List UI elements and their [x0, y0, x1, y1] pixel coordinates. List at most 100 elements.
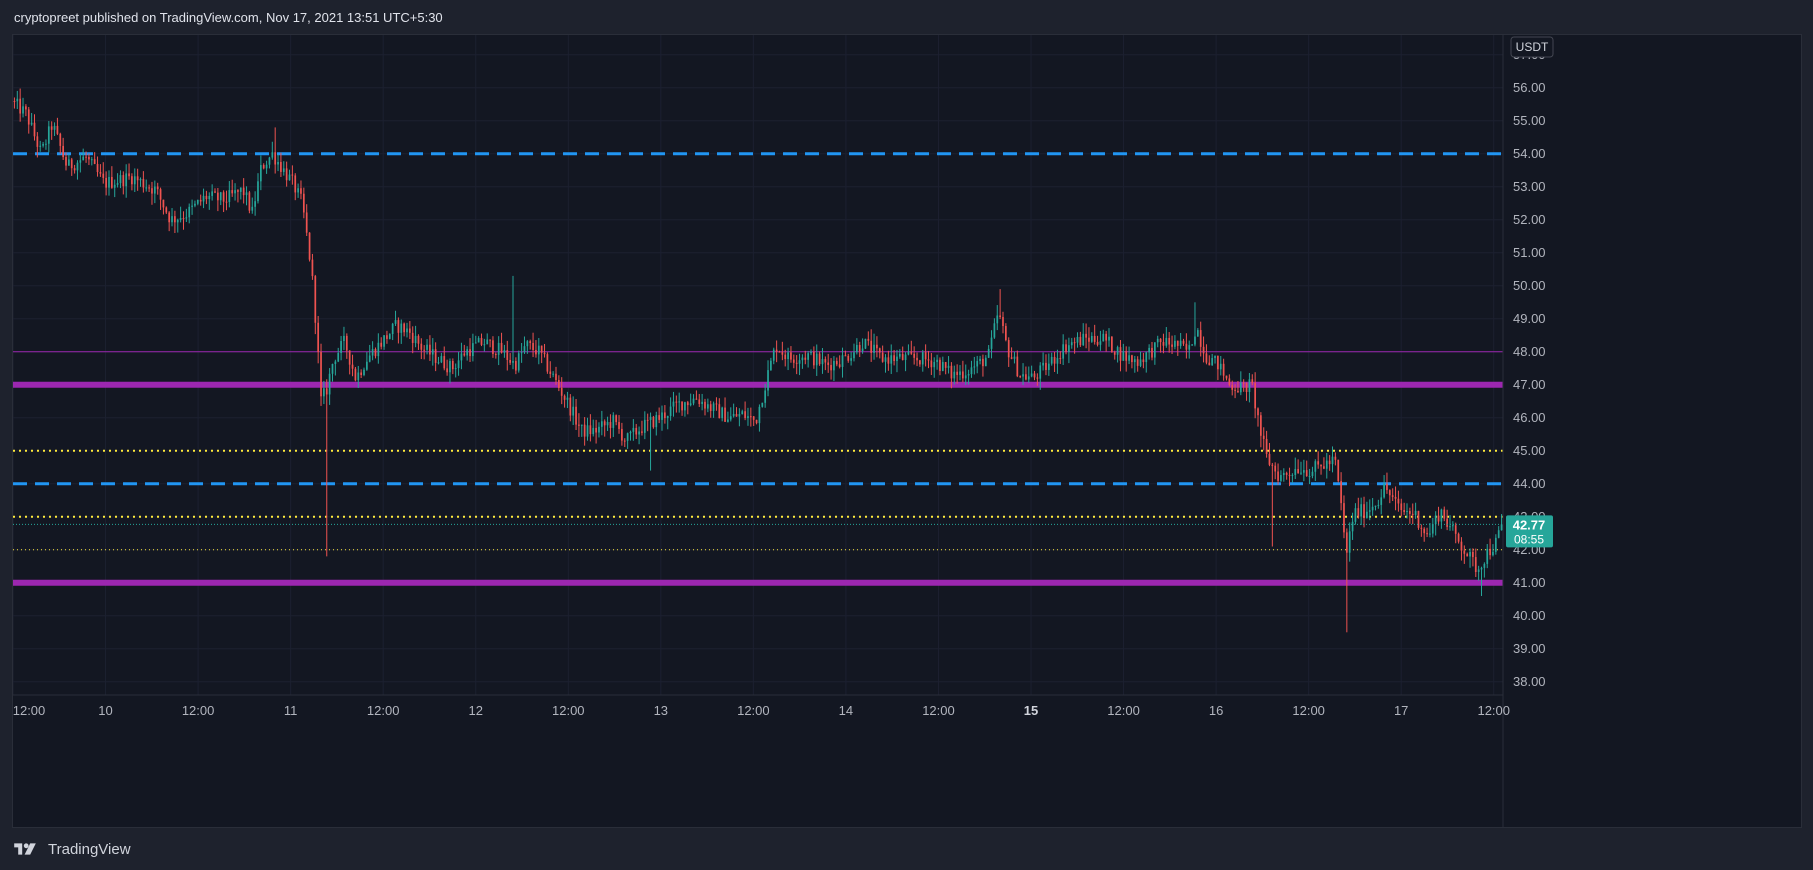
candle-body: [821, 359, 824, 365]
candle-body: [580, 424, 583, 426]
candle-body: [1368, 510, 1371, 512]
price-tick-label: 39.00: [1513, 641, 1546, 656]
candle-body: [1053, 356, 1056, 364]
candle-body: [82, 156, 85, 161]
candle-body: [664, 412, 666, 419]
candle-body: [182, 218, 185, 220]
time-tick-label: 16: [1209, 703, 1223, 718]
candle-body: [792, 359, 795, 363]
candle-body: [56, 125, 59, 134]
candle-body: [526, 341, 529, 347]
candle-body: [500, 342, 503, 353]
bar-countdown: 08:55: [1514, 532, 1544, 546]
candle-body: [884, 357, 887, 362]
candle-body: [537, 345, 540, 355]
candle-body: [1302, 470, 1305, 473]
candle-body: [824, 359, 827, 363]
candle-body: [1262, 435, 1265, 439]
chart-area[interactable]: 57.0056.0055.0054.0053.0052.0051.0050.00…: [12, 34, 1802, 828]
candle-body: [890, 355, 893, 364]
candle-body: [626, 433, 629, 441]
candlestick-chart[interactable]: 57.0056.0055.0054.0053.0052.0051.0050.00…: [13, 35, 1801, 827]
candle-body: [1494, 537, 1497, 552]
candle-body: [870, 340, 873, 353]
candle-body: [643, 419, 646, 433]
candle-body: [113, 184, 116, 188]
candle-body: [99, 172, 102, 174]
price-tick-label: 49.00: [1513, 311, 1546, 326]
candle-body: [323, 388, 325, 397]
candle-body: [638, 431, 640, 435]
candle-body: [804, 357, 807, 360]
candle-body: [1305, 470, 1308, 477]
candle-body: [474, 342, 477, 344]
candle-body: [784, 354, 787, 360]
candle-body: [715, 403, 718, 405]
candle-body: [62, 145, 65, 158]
time-tick-label: 15: [1024, 703, 1038, 718]
candle-body: [916, 357, 918, 361]
price-tick-label: 55.00: [1513, 113, 1546, 128]
candle-body: [778, 351, 781, 353]
candle-body: [1128, 355, 1130, 361]
candle-body: [1285, 472, 1288, 475]
candle-body: [397, 320, 400, 333]
candle-body: [136, 176, 139, 181]
price-tick-label: 46.00: [1513, 410, 1546, 425]
candle-body: [1345, 532, 1348, 553]
candle-body: [68, 159, 70, 166]
candle-body: [913, 353, 916, 358]
currency-label[interactable]: USDT: [1510, 36, 1554, 58]
candle-body: [88, 156, 90, 160]
candle-body: [1088, 337, 1090, 342]
tradingview-footer[interactable]: TradingView: [12, 838, 131, 860]
candle-body: [612, 415, 615, 428]
candle-body: [1274, 465, 1277, 472]
publish-info: cryptopreet published on TradingView.com…: [14, 10, 443, 25]
candle-body: [810, 351, 812, 354]
candle-body: [1331, 456, 1334, 465]
time-tick-label: 12:00: [367, 703, 400, 718]
price-tick-label: 52.00: [1513, 212, 1546, 227]
candle-body: [646, 419, 649, 421]
candle-body: [403, 323, 405, 333]
time-axis[interactable]: 12:00 10 12:00 11 12:00 12 12:00 13 12:00 14 12:00…: [13, 694, 1510, 718]
candle-body: [1179, 340, 1182, 346]
candle-body: [280, 161, 282, 172]
candle-body: [595, 427, 597, 433]
currency-text: USDT: [1516, 40, 1549, 54]
candle-body: [546, 354, 549, 372]
candle-body: [721, 407, 724, 419]
candle-body: [16, 98, 19, 102]
candle-body: [1119, 347, 1122, 361]
candle-body: [176, 219, 179, 223]
tradingview-logo-icon: [14, 843, 36, 855]
candle-body: [1139, 359, 1142, 366]
candle-body: [1062, 344, 1065, 359]
candle-body: [732, 413, 735, 417]
candle-body: [661, 412, 663, 420]
time-tick-label: 11: [284, 703, 298, 718]
time-tick-label: 13: [654, 703, 668, 718]
candle-body: [59, 133, 62, 146]
candle-body: [168, 212, 171, 223]
time-tick-label: 12:00: [182, 703, 215, 718]
candle-body: [555, 373, 557, 381]
candle-body: [251, 206, 254, 211]
candle-body: [764, 390, 767, 403]
candle-body: [360, 372, 363, 375]
candle-body: [1420, 527, 1423, 529]
candle-body: [25, 106, 27, 110]
candle-body: [420, 343, 423, 350]
candle-body: [1196, 330, 1199, 337]
price-tick-label: 48.00: [1513, 344, 1546, 359]
candle-body: [194, 203, 196, 206]
candle-body: [434, 349, 437, 363]
candle-body: [294, 175, 297, 193]
candle-body: [1348, 531, 1351, 553]
last-price-value: 42.77: [1513, 517, 1546, 532]
candle-body: [1308, 476, 1311, 478]
candle-body: [1340, 480, 1342, 504]
candle-body: [1391, 495, 1394, 497]
candle-body: [171, 216, 173, 223]
